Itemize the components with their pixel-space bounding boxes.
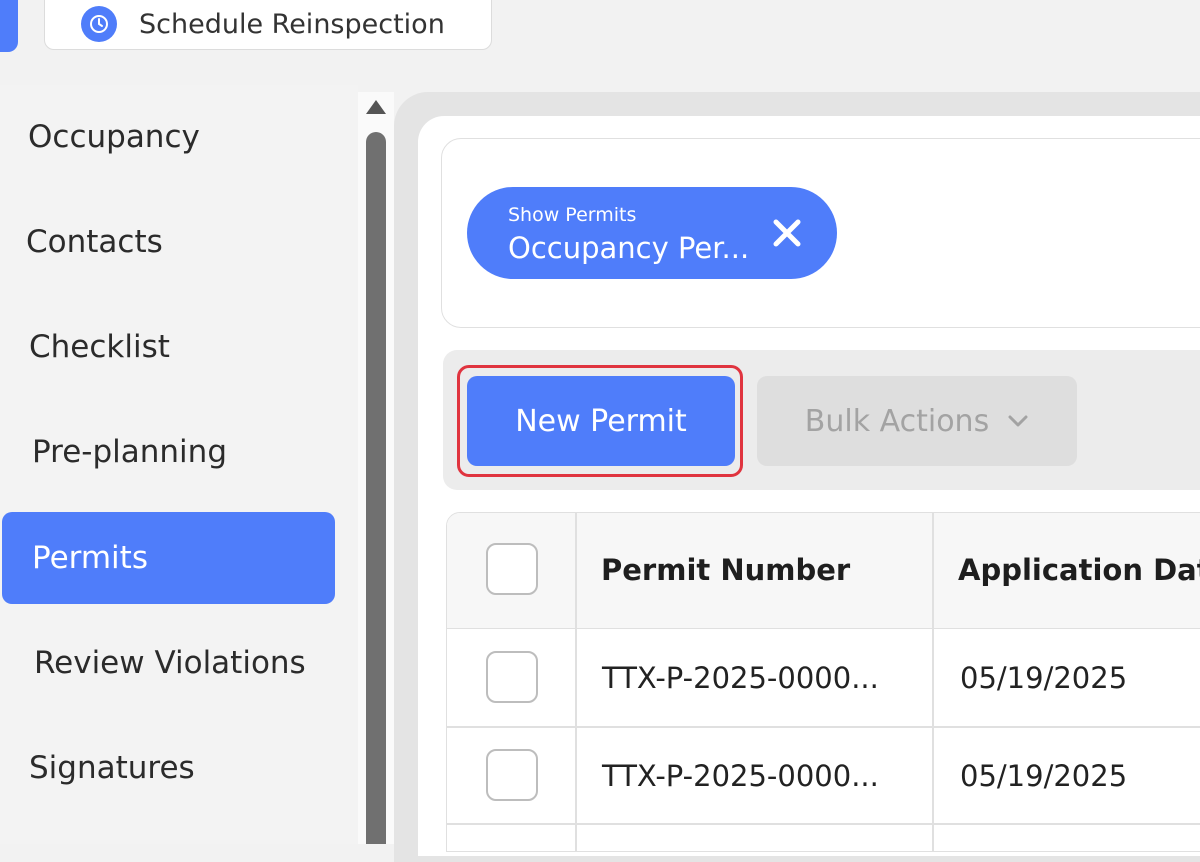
column-header-application-date[interactable]: Application Date bbox=[958, 553, 1200, 587]
sidebar-item-checklist[interactable]: Checklist bbox=[2, 301, 335, 393]
schedule-reinspection-button[interactable]: Schedule Reinspection bbox=[44, 0, 492, 50]
row-divider bbox=[447, 726, 1200, 728]
scroll-up-arrow-icon[interactable] bbox=[366, 100, 386, 114]
clock-icon bbox=[81, 6, 117, 42]
application-date-cell: 05/19/2025 bbox=[960, 759, 1128, 793]
active-tab-edge[interactable] bbox=[0, 0, 18, 52]
filter-chip-caption: Show Permits bbox=[508, 204, 637, 226]
row-divider bbox=[447, 823, 1200, 825]
bulk-actions-button[interactable]: Bulk Actions bbox=[757, 376, 1077, 466]
sidebar: Occupancy Contacts Checklist Pre-plannin… bbox=[0, 85, 358, 844]
sidebar-item-occupancy[interactable]: Occupancy bbox=[2, 91, 335, 183]
sidebar-item-label: Signatures bbox=[29, 750, 195, 786]
sidebar-item-label: Review Violations bbox=[34, 645, 306, 681]
sidebar-item-signatures[interactable]: Signatures bbox=[2, 722, 335, 814]
column-divider bbox=[575, 513, 577, 851]
close-icon[interactable] bbox=[767, 213, 807, 253]
new-permit-button[interactable]: New Permit bbox=[467, 376, 735, 466]
permits-table: Permit Number Application Date TTX-P-202… bbox=[446, 512, 1200, 852]
sidebar-item-label: Contacts bbox=[26, 224, 163, 260]
bulk-actions-label: Bulk Actions bbox=[804, 403, 990, 439]
sidebar-item-label: Checklist bbox=[29, 329, 170, 365]
permit-filter-chip[interactable]: Show Permits Occupancy Per... bbox=[467, 187, 837, 279]
select-all-checkbox[interactable] bbox=[486, 543, 538, 595]
column-header-permit-number[interactable]: Permit Number bbox=[601, 553, 850, 587]
filter-chip-value: Occupancy Per... bbox=[508, 231, 750, 265]
sidebar-item-label: Occupancy bbox=[28, 119, 200, 155]
row-checkbox[interactable] bbox=[486, 749, 538, 801]
column-divider bbox=[932, 513, 934, 851]
sidebar-item-contacts[interactable]: Contacts bbox=[2, 196, 335, 288]
application-date-cell: 05/19/2025 bbox=[960, 661, 1128, 695]
sidebar-item-pre-planning[interactable]: Pre-planning bbox=[2, 406, 335, 498]
sidebar-item-label: Pre-planning bbox=[32, 434, 227, 470]
row-checkbox[interactable] bbox=[486, 651, 538, 703]
chevron-down-icon bbox=[1007, 414, 1029, 428]
sidebar-item-label: Permits bbox=[32, 540, 148, 576]
sidebar-item-permits[interactable]: Permits bbox=[2, 512, 335, 604]
permit-number-cell[interactable]: TTX-P-2025-0000... bbox=[602, 759, 879, 793]
scrollbar-thumb[interactable] bbox=[366, 132, 386, 844]
schedule-reinspection-label: Schedule Reinspection bbox=[139, 8, 445, 40]
sidebar-item-review-violations[interactable]: Review Violations bbox=[2, 617, 335, 709]
permit-number-cell[interactable]: TTX-P-2025-0000... bbox=[602, 661, 879, 695]
